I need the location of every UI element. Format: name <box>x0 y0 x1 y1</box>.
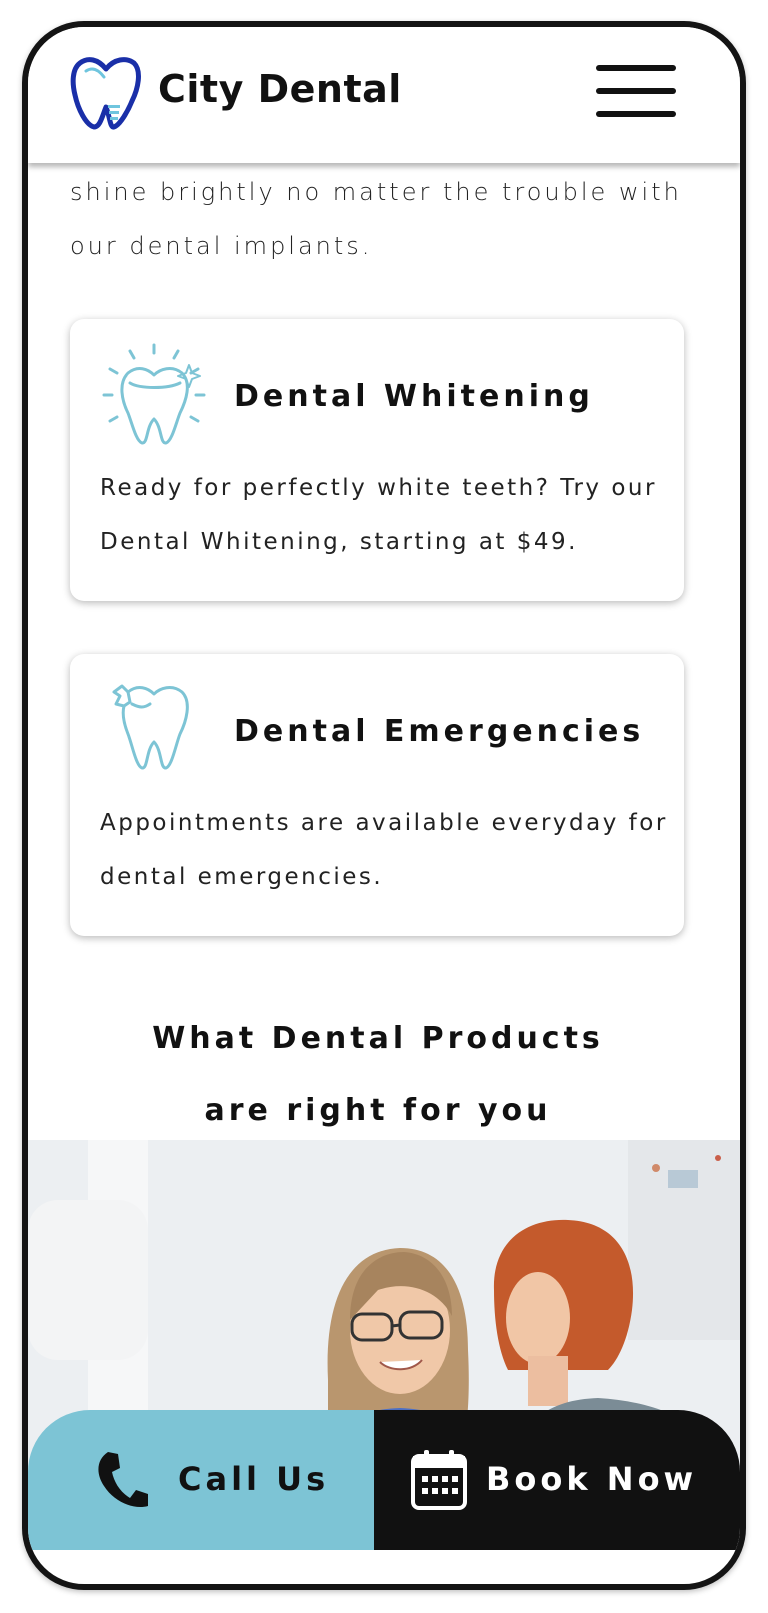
call-us-label: Call Us <box>178 1460 330 1498</box>
service-card-whitening: Dental Whitening Ready for perfectly whi… <box>70 319 684 601</box>
book-now-button[interactable]: Book Now <box>374 1410 740 1550</box>
phone-frame: City Dental shine brightly no matter the… <box>22 21 746 1590</box>
cta-bar: Call Us Book Now <box>28 1410 740 1550</box>
products-heading-line2: are right for you <box>204 1093 552 1128</box>
service-card-emergencies: Dental Emergencies Appointments are avai… <box>70 654 684 936</box>
hamburger-menu-icon <box>596 65 676 71</box>
book-now-label: Book Now <box>486 1460 698 1498</box>
card-title: Dental Emergencies <box>234 714 645 749</box>
sparkling-tooth-icon <box>102 343 206 445</box>
products-heading: What Dental Products are right for you <box>88 1003 668 1147</box>
phone-icon <box>98 1452 148 1508</box>
card-title: Dental Whitening <box>234 379 594 414</box>
intro-text: shine brightly no matter the trouble wit… <box>70 178 682 260</box>
calendar-icon <box>411 1450 467 1510</box>
call-us-button[interactable]: Call Us <box>28 1410 374 1550</box>
card-description: Appointments are available everyday for … <box>100 810 668 890</box>
site-header: City Dental <box>28 27 740 163</box>
card-description: Ready for perfectly white teeth? Try our… <box>100 475 657 555</box>
tooth-logo-icon[interactable] <box>70 55 142 131</box>
brand-name[interactable]: City Dental <box>158 67 402 111</box>
products-heading-line1: What Dental Products <box>152 1021 604 1056</box>
cracked-tooth-icon <box>112 684 189 770</box>
menu-button[interactable] <box>596 63 676 119</box>
